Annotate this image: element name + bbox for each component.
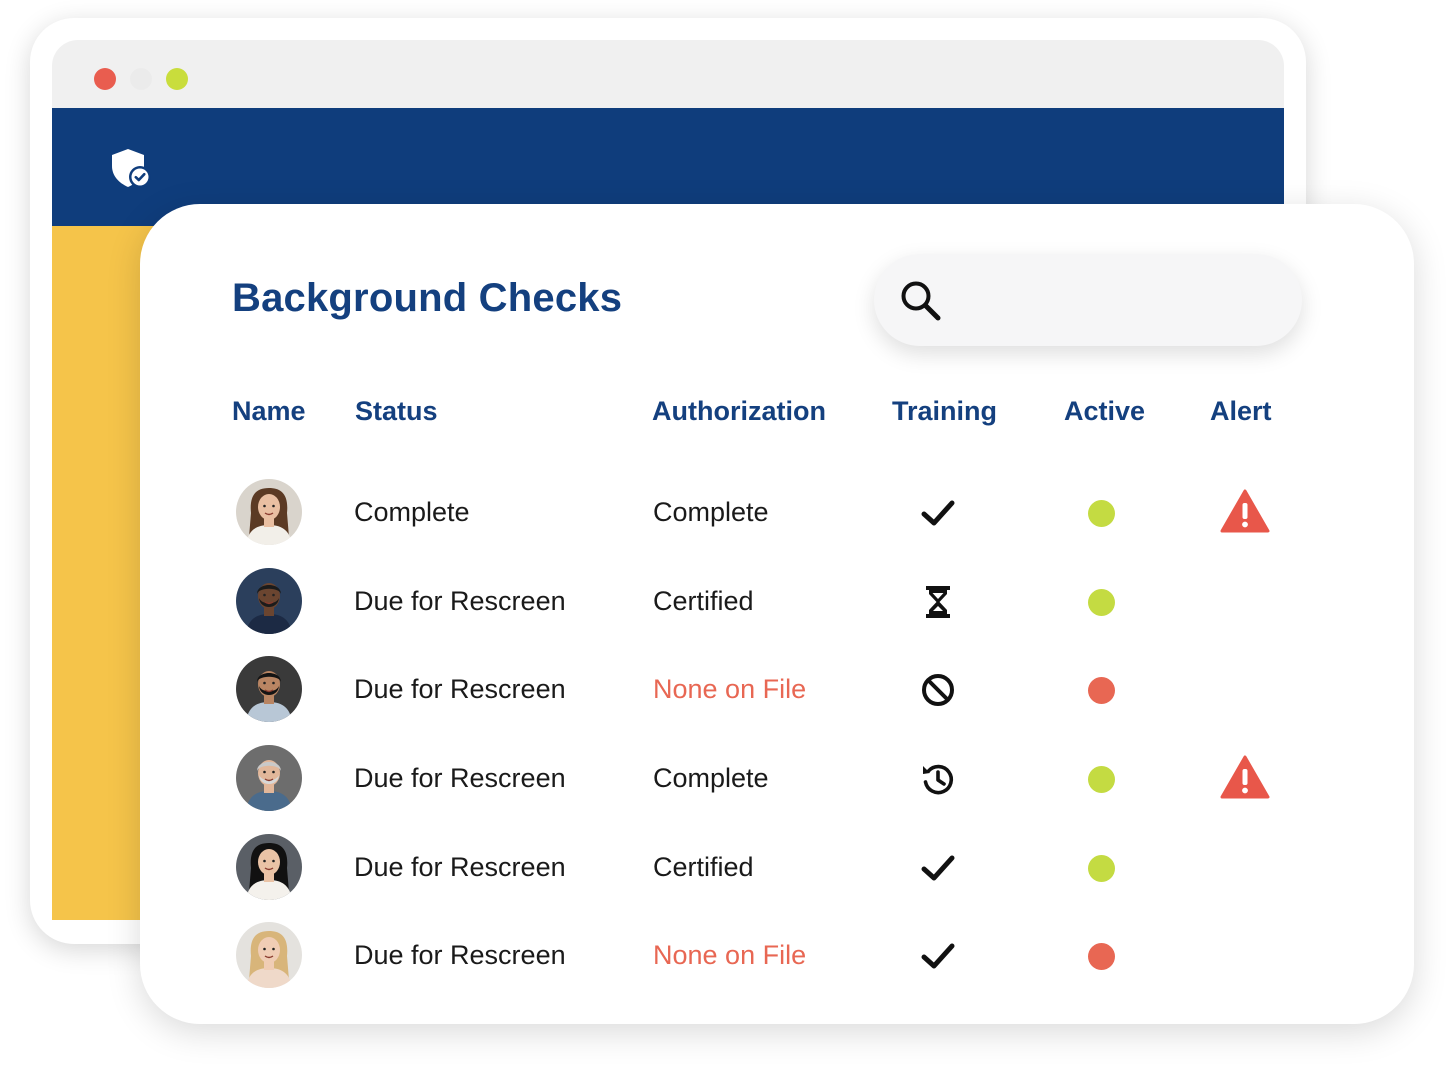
- page-title: Background Checks: [232, 276, 623, 320]
- status-cell: Complete: [354, 497, 470, 527]
- table-row[interactable]: Complete Complete: [140, 478, 1414, 548]
- avatar[interactable]: [236, 568, 302, 634]
- table-row[interactable]: Due for Rescreen None on File: [140, 655, 1414, 725]
- authorization-cell: None on File: [653, 674, 807, 704]
- background-checks-card: Background Checks Name Status Authorizat…: [140, 204, 1414, 1024]
- table-row[interactable]: Due for Rescreen Certified: [140, 833, 1414, 903]
- column-header-status[interactable]: Status: [355, 396, 438, 427]
- avatar[interactable]: [236, 745, 302, 811]
- column-header-alert[interactable]: Alert: [1210, 396, 1272, 427]
- browser-titlebar: [52, 40, 1284, 108]
- status-cell: Due for Rescreen: [354, 852, 566, 882]
- active-status-dot: [1088, 500, 1115, 527]
- history-icon: [923, 764, 954, 795]
- column-header-training[interactable]: Training: [892, 396, 997, 427]
- status-cell: Due for Rescreen: [354, 674, 566, 704]
- hourglass-icon: [926, 586, 950, 618]
- avatar[interactable]: [236, 656, 302, 722]
- avatar[interactable]: [236, 922, 302, 988]
- status-cell: Due for Rescreen: [354, 586, 566, 616]
- table-row[interactable]: Due for Rescreen Certified: [140, 567, 1414, 637]
- table-row[interactable]: Due for Rescreen None on File: [140, 921, 1414, 991]
- authorization-cell: None on File: [653, 940, 807, 970]
- authorization-cell: Complete: [653, 763, 769, 793]
- close-window-button[interactable]: [94, 68, 116, 90]
- authorization-cell: Certified: [653, 586, 754, 616]
- search-input[interactable]: [958, 276, 1278, 324]
- inactive-status-dot: [1088, 943, 1115, 970]
- checkmark-icon: [921, 943, 955, 969]
- table-row[interactable]: Due for Rescreen Complete: [140, 744, 1414, 814]
- warning-icon[interactable]: [1220, 488, 1270, 534]
- active-status-dot: [1088, 855, 1115, 882]
- search-bar[interactable]: [874, 254, 1302, 346]
- checkmark-icon: [921, 500, 955, 526]
- status-cell: Due for Rescreen: [354, 940, 566, 970]
- minimize-window-button[interactable]: [130, 68, 152, 90]
- column-header-authorization[interactable]: Authorization: [652, 396, 826, 427]
- warning-icon[interactable]: [1220, 754, 1270, 800]
- active-status-dot: [1088, 589, 1115, 616]
- shield-check-icon: [112, 149, 151, 188]
- inactive-status-dot: [1088, 677, 1115, 704]
- column-header-name[interactable]: Name: [232, 396, 306, 427]
- status-cell: Due for Rescreen: [354, 763, 566, 793]
- maximize-window-button[interactable]: [166, 68, 188, 90]
- avatar[interactable]: [236, 834, 302, 900]
- column-header-active[interactable]: Active: [1064, 396, 1145, 427]
- checkmark-icon: [921, 855, 955, 881]
- search-icon[interactable]: [898, 278, 944, 324]
- authorization-cell: Certified: [653, 852, 754, 882]
- active-status-dot: [1088, 766, 1115, 793]
- ban-icon: [922, 674, 954, 706]
- avatar[interactable]: [236, 479, 302, 545]
- authorization-cell: Complete: [653, 497, 769, 527]
